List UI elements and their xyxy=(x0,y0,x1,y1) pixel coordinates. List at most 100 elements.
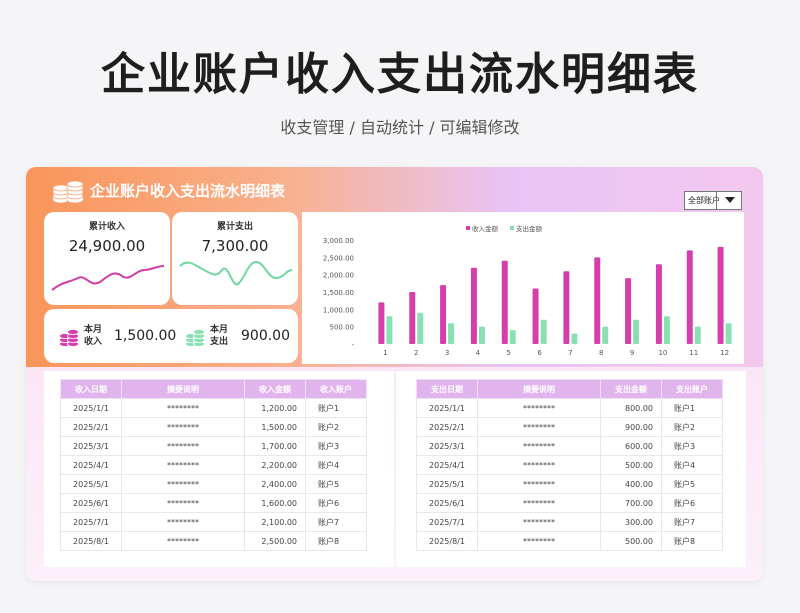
expense-bar xyxy=(633,319,640,344)
table-cell[interactable]: 2025/3/1 xyxy=(416,436,478,456)
table-cell[interactable]: 账户2 xyxy=(661,417,723,437)
x-tick-label: 2 xyxy=(414,349,418,357)
table-cell[interactable]: ******** xyxy=(121,512,245,532)
table-cell[interactable]: 2025/7/1 xyxy=(416,512,478,532)
expense-table: 支出日期 摘要说明 支出金额 支出账户 2025/1/1 ******** 800.00 账… xyxy=(416,379,723,551)
table-row: 2025/2/1 ******** 1,500.00 账户2 xyxy=(60,417,367,437)
table-cell[interactable]: 2025/1/1 xyxy=(416,398,478,418)
table-cell[interactable]: 账户4 xyxy=(305,455,367,475)
table-cell[interactable]: 2025/5/1 xyxy=(416,474,478,494)
table-cell[interactable]: 2025/6/1 xyxy=(416,493,478,513)
table-row: 2025/1/1 ******** 1,200.00 账户1 xyxy=(60,398,367,418)
table-cell[interactable]: 1,200.00 xyxy=(244,398,306,418)
table-cell[interactable]: ******** xyxy=(121,531,245,551)
monthly-chart: 3,000.00 2,500.00 2,000.00 1,500.00 1,000.00… xyxy=(302,212,744,364)
x-tick-label: 5 xyxy=(507,349,511,357)
table-cell[interactable]: 账户5 xyxy=(661,474,723,494)
table-cell[interactable]: 账户2 xyxy=(305,417,367,437)
table-cell[interactable]: 400.00 xyxy=(600,474,662,494)
table-cell[interactable]: 2025/8/1 xyxy=(416,531,478,551)
expense-bar xyxy=(602,326,609,344)
table-cell[interactable]: 账户1 xyxy=(305,398,367,418)
table-cell[interactable]: 2025/5/1 xyxy=(60,474,122,494)
x-tick-label: 1 xyxy=(383,349,387,357)
x-tick-label: 8 xyxy=(599,349,603,357)
table-cell[interactable]: ******** xyxy=(121,474,245,494)
page-title: 企业账户收入支出流水明细表 xyxy=(101,49,699,100)
dashboard-card: 企业账户收入支出流水明细表 全部账户 累计收入 24,900.00 累计支出 7… xyxy=(26,167,763,581)
x-tick-label: 7 xyxy=(568,349,572,357)
table-cell[interactable]: ******** xyxy=(477,398,601,418)
table-cell[interactable]: ******** xyxy=(477,531,601,551)
table-cell[interactable]: 2025/2/1 xyxy=(60,417,122,437)
expense-sparkline xyxy=(179,260,293,286)
table-cell[interactable]: ******** xyxy=(477,474,601,494)
income-bar xyxy=(409,292,416,344)
y-tick-label: 2,500.00 xyxy=(323,254,354,262)
table-cell[interactable]: 700.00 xyxy=(600,493,662,513)
table-cell[interactable]: ******** xyxy=(121,455,245,475)
table-cell[interactable]: 500.00 xyxy=(600,531,662,551)
bar-chart: 3,000.00 2,500.00 2,000.00 1,500.00 1,000.00… xyxy=(323,224,732,357)
income-header-0: 收入日期 xyxy=(60,379,122,399)
table-cell[interactable]: 2,500.00 xyxy=(244,531,306,551)
table-cell[interactable]: ******** xyxy=(121,436,245,456)
table-cell[interactable]: 2025/4/1 xyxy=(60,455,122,475)
income-bar xyxy=(470,267,477,344)
table-cell[interactable]: 300.00 xyxy=(600,512,662,532)
table-cell[interactable]: 2025/3/1 xyxy=(60,436,122,456)
expense-bar xyxy=(571,333,578,344)
table-cell[interactable]: ******** xyxy=(477,455,601,475)
table-cell[interactable]: 600.00 xyxy=(600,436,662,456)
table-cell[interactable]: 1,500.00 xyxy=(244,417,306,437)
y-tick-label: 1,500.00 xyxy=(323,289,354,297)
table-cell[interactable]: 2,200.00 xyxy=(244,455,306,475)
table-row: 2025/1/1 ******** 800.00 账户1 xyxy=(416,398,723,418)
table-cell[interactable]: 账户6 xyxy=(305,493,367,513)
table-cell[interactable]: 2025/7/1 xyxy=(60,512,122,532)
table-cell[interactable]: 900.00 xyxy=(600,417,662,437)
kpi-total-income: 累计收入 24,900.00 xyxy=(44,212,170,305)
table-cell[interactable]: 2,400.00 xyxy=(244,474,306,494)
x-tick-label: 12 xyxy=(720,349,729,357)
table-cell[interactable]: 账户5 xyxy=(305,474,367,494)
table-cell[interactable]: ******** xyxy=(477,417,601,437)
table-cell[interactable]: 2,100.00 xyxy=(244,512,306,532)
table-cell[interactable]: 2025/2/1 xyxy=(416,417,478,437)
table-cell[interactable]: 2025/4/1 xyxy=(416,455,478,475)
table-cell[interactable]: 账户7 xyxy=(661,512,723,532)
expense-bar xyxy=(540,319,547,344)
table-cell[interactable]: 2025/6/1 xyxy=(60,493,122,513)
table-cell[interactable]: 账户8 xyxy=(661,531,723,551)
table-cell[interactable]: 账户3 xyxy=(661,436,723,456)
table-cell[interactable]: 1,700.00 xyxy=(244,436,306,456)
expense-header-2: 支出金额 xyxy=(600,379,662,399)
expense-bar xyxy=(448,323,455,344)
table-cell[interactable]: 账户4 xyxy=(661,455,723,475)
table-cell[interactable]: 账户1 xyxy=(661,398,723,418)
table-cell[interactable]: ******** xyxy=(477,436,601,456)
table-cell[interactable]: 账户8 xyxy=(305,531,367,551)
table-row: 2025/5/1 ******** 400.00 账户5 xyxy=(416,474,723,494)
table-cell[interactable]: 500.00 xyxy=(600,455,662,475)
table-cell[interactable]: ******** xyxy=(477,493,601,513)
table-cell[interactable]: 2025/8/1 xyxy=(60,531,122,551)
table-cell[interactable]: 800.00 xyxy=(600,398,662,418)
table-cell[interactable]: ******** xyxy=(121,398,245,418)
x-tick-label: 11 xyxy=(689,349,698,357)
table-cell[interactable]: ******** xyxy=(477,512,601,532)
table-cell[interactable]: 账户3 xyxy=(305,436,367,456)
table-cell[interactable]: 账户7 xyxy=(305,512,367,532)
table-cell[interactable]: 账户6 xyxy=(661,493,723,513)
expense-bar xyxy=(509,330,516,344)
table-cell[interactable]: 2025/1/1 xyxy=(60,398,122,418)
kpi-total-expense: 累计支出 7,300.00 xyxy=(172,212,298,305)
table-cell[interactable]: ******** xyxy=(121,417,245,437)
legend-label: 收入金额 xyxy=(472,224,499,233)
table-row: 2025/8/1 ******** 2,500.00 账户8 xyxy=(60,531,367,551)
table-cell[interactable]: ******** xyxy=(121,493,245,513)
x-tick-label: 4 xyxy=(476,349,481,357)
table-cell[interactable]: 1,600.00 xyxy=(244,493,306,513)
chevron-down-icon[interactable] xyxy=(716,191,742,210)
table-row: 2025/7/1 ******** 300.00 账户7 xyxy=(416,512,723,532)
